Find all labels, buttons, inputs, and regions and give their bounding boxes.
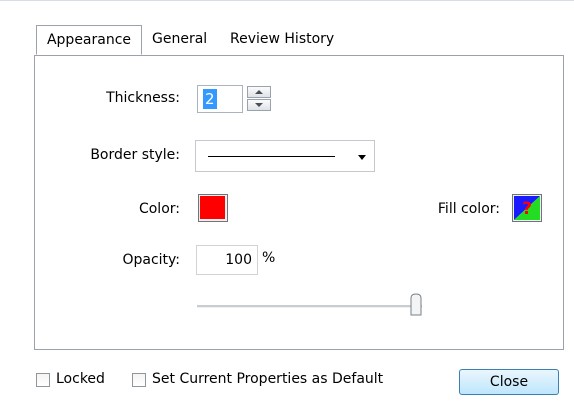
opacity-slider-track[interactable]: [197, 305, 422, 308]
color-picker-button[interactable]: [198, 194, 228, 222]
close-button[interactable]: Close: [459, 369, 559, 395]
properties-dialog: General Review History Appearance Thickn…: [0, 0, 574, 412]
top-rule: [0, 0, 574, 1]
locked-label: Locked: [56, 371, 105, 387]
set-default-label: Set Current Properties as Default: [152, 371, 384, 387]
color-label: Color:: [138, 201, 180, 217]
chevron-up-icon: [255, 90, 263, 94]
border-style-select[interactable]: [195, 140, 375, 172]
thickness-stepper[interactable]: [247, 86, 273, 112]
color-swatch: [200, 196, 225, 219]
tab-review-history[interactable]: Review History: [224, 25, 340, 55]
fill-color-picker-button[interactable]: ?: [512, 194, 542, 222]
tab-appearance[interactable]: Appearance: [36, 25, 142, 55]
opacity-unit: %: [262, 250, 276, 266]
thickness-label: Thickness:: [106, 90, 180, 106]
fill-color-label: Fill color:: [437, 201, 500, 217]
tab-general[interactable]: General: [146, 25, 213, 55]
stepper-up-button[interactable]: [247, 86, 271, 98]
thickness-input[interactable]: 2: [197, 85, 243, 113]
border-style-label: Border style:: [90, 147, 180, 163]
no-fill-question-icon: ?: [514, 196, 540, 220]
opacity-input[interactable]: 100: [196, 245, 258, 275]
thickness-value: 2: [203, 89, 217, 109]
stepper-down-button[interactable]: [247, 99, 271, 111]
opacity-slider-thumb[interactable]: [410, 293, 422, 317]
locked-checkbox[interactable]: [36, 373, 50, 387]
solid-line-preview: [208, 156, 335, 157]
opacity-label: Opacity:: [122, 252, 180, 268]
dropdown-arrow-icon: [358, 155, 366, 160]
chevron-down-icon: [255, 103, 263, 107]
svg-text:?: ?: [522, 199, 532, 219]
set-default-checkbox[interactable]: [132, 373, 146, 387]
